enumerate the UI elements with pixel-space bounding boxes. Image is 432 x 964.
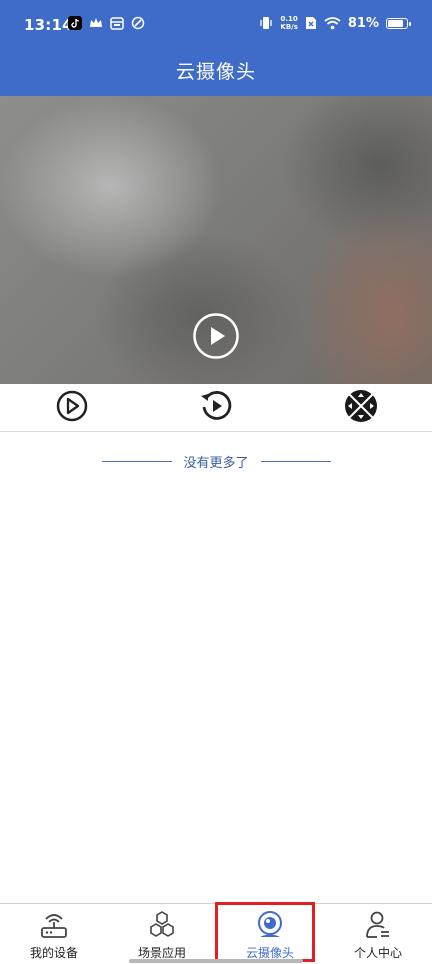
notification-icons — [68, 16, 145, 30]
tab-scenes[interactable]: 场景应用 — [108, 904, 216, 964]
tab-my-devices[interactable]: 我的设备 — [0, 904, 108, 964]
tab-profile[interactable]: 个人中心 — [324, 904, 432, 964]
bottom-tab-bar: 我的设备 场景应用 云摄像头 个人中心 — [0, 903, 432, 964]
user-icon — [366, 911, 389, 938]
play-button[interactable] — [54, 388, 90, 424]
battery-icon — [386, 17, 411, 29]
tab-label: 我的设备 — [29, 946, 78, 960]
play-circle-icon[interactable] — [193, 313, 239, 359]
wifi-icon — [324, 17, 341, 30]
sim-x-icon — [305, 17, 316, 29]
tiktok-icon — [68, 16, 82, 30]
video-player[interactable] — [0, 96, 432, 384]
network-speed: 0.10 KB/s — [280, 15, 297, 31]
replay-button[interactable] — [198, 388, 234, 424]
status-bar: 13:14 0.10 KB/s 81% — [0, 0, 432, 52]
camera-icon — [258, 911, 282, 937]
home-indicator — [129, 959, 303, 963]
hexagons-icon — [150, 911, 174, 937]
app-header: 13:14 0.10 KB/s 81% 云摄像头 — [0, 0, 432, 96]
list-end-indicator: 没有更多了 — [0, 452, 432, 472]
network-speed-value: 0.10 — [280, 15, 298, 23]
vibrate-icon — [260, 17, 273, 29]
router-icon — [41, 914, 67, 938]
page-title: 云摄像头 — [175, 61, 256, 83]
divider-right — [261, 461, 331, 462]
link-icon — [131, 16, 145, 30]
player-controls — [0, 384, 432, 432]
no-more-text: 没有更多了 — [183, 456, 249, 471]
network-speed-unit: KB/s — [280, 23, 298, 31]
tab-label: 个人中心 — [353, 946, 402, 960]
tab-cloud-camera[interactable]: 云摄像头 — [216, 904, 324, 964]
direction-pad-icon[interactable] — [343, 388, 379, 424]
crown-icon — [90, 18, 102, 27]
status-right: 0.10 KB/s 81% — [259, 15, 411, 31]
calendar-icon — [110, 17, 124, 30]
battery-percent: 81% — [347, 15, 379, 31]
status-time: 13:14 — [24, 16, 73, 34]
